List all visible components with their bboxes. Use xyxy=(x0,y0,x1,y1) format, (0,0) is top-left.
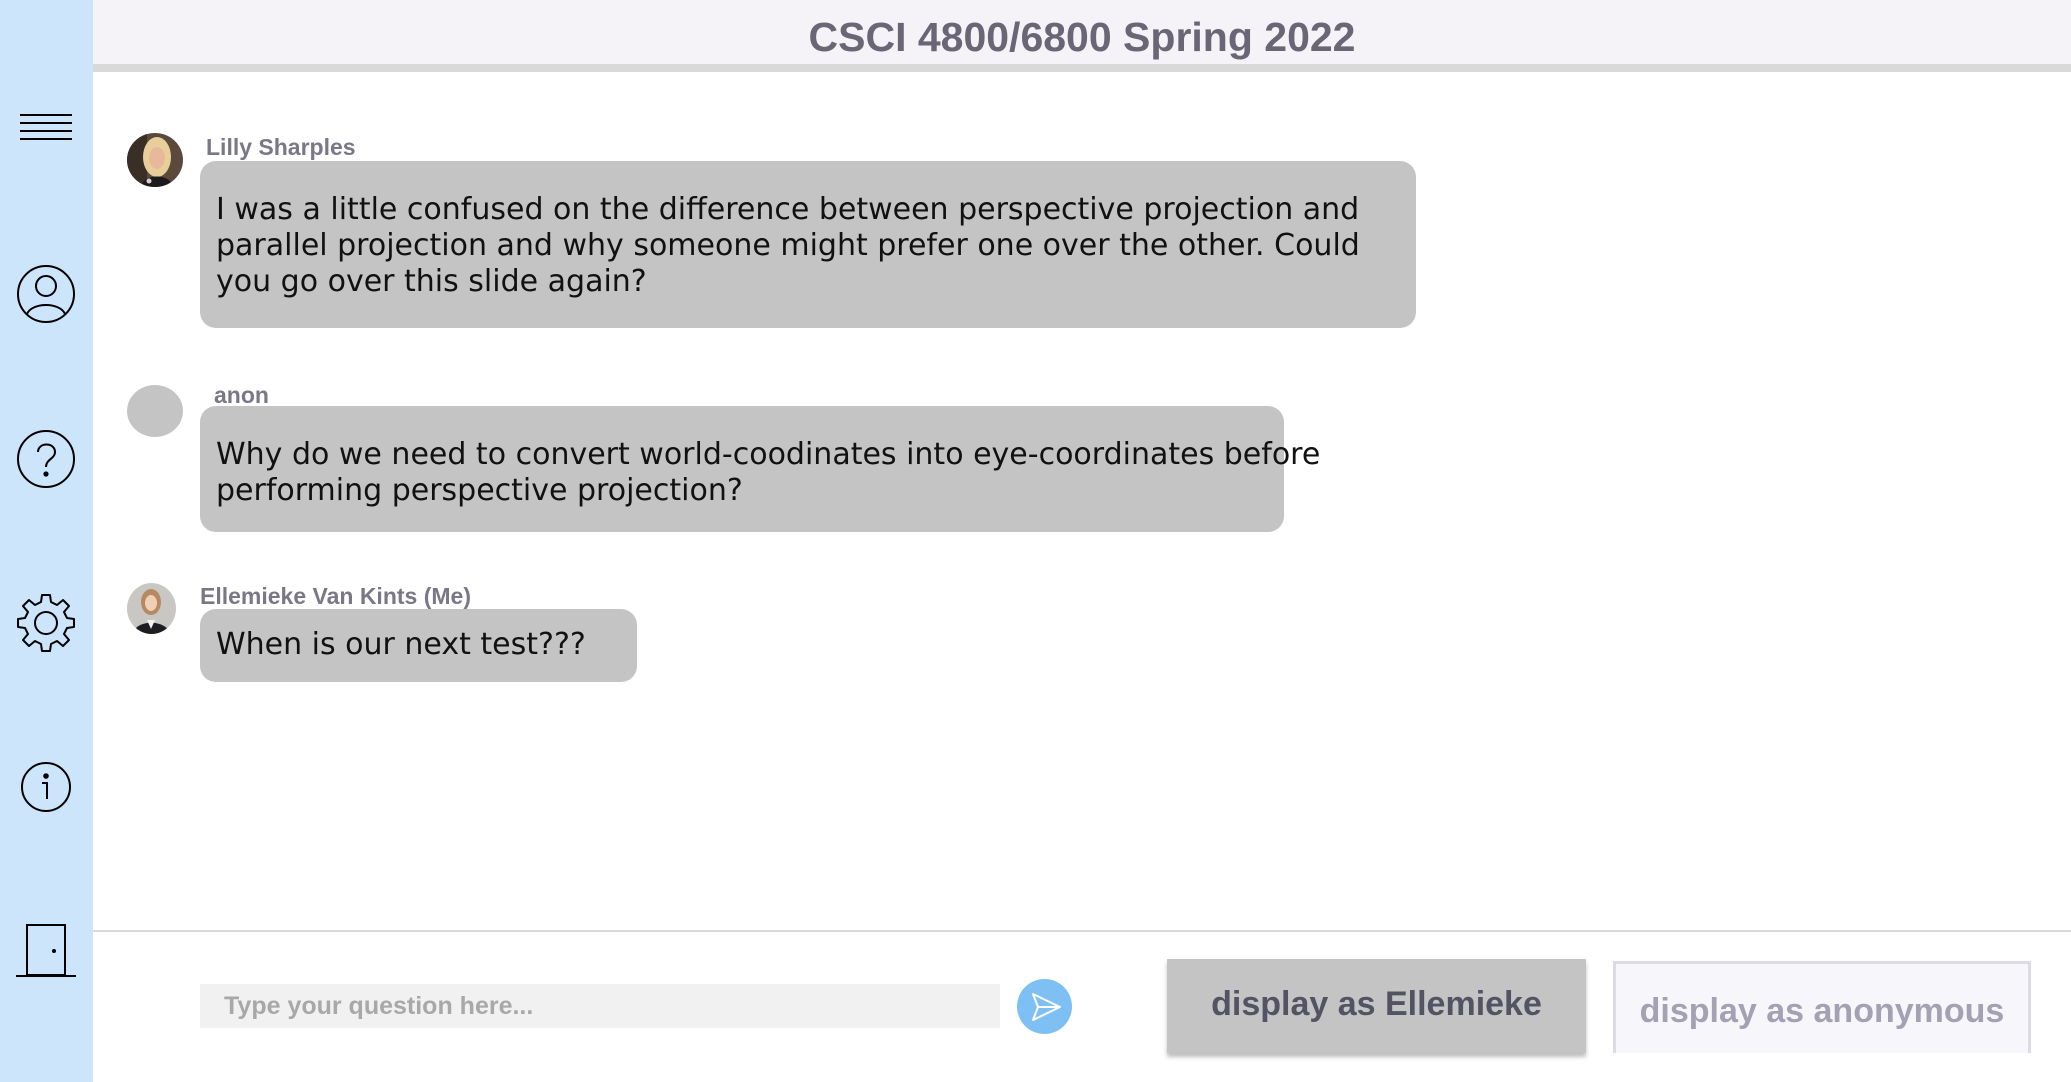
avatar-anonymous xyxy=(127,385,183,437)
settings-icon[interactable] xyxy=(14,591,78,655)
course-header: CSCI 4800/6800 Spring 2022 xyxy=(93,0,2071,72)
sender-name: anon xyxy=(214,382,269,408)
message-text: Why do we need to convert world-coodinat… xyxy=(216,437,1321,472)
display-as-anonymous-button[interactable]: display as anonymous xyxy=(1613,961,2031,1053)
message-bubble: I was a little confused on the differenc… xyxy=(200,161,1416,328)
exit-door-icon[interactable] xyxy=(14,918,78,982)
page-title: CSCI 4800/6800 Spring 2022 xyxy=(808,14,1356,60)
sender-name: Ellemieke Van Kints (Me) xyxy=(200,583,471,609)
message-bubble: Why do we need to convert world-coodinat… xyxy=(200,406,1321,532)
message-text: I was a little confused on the differenc… xyxy=(216,192,1360,227)
sidebar xyxy=(0,0,93,1082)
message-text: parallel projection and why someone migh… xyxy=(216,228,1360,263)
divider xyxy=(93,930,2071,932)
help-icon[interactable] xyxy=(14,427,78,491)
question-input[interactable] xyxy=(200,984,1000,1028)
app-window: CSCI 4800/6800 Spring 2022 Lilly Sharple… xyxy=(0,0,2071,1082)
profile-icon[interactable] xyxy=(14,262,78,326)
avatar xyxy=(127,133,183,187)
sender-name: Lilly Sharples xyxy=(206,134,356,160)
message-text: you go over this slide again? xyxy=(216,264,647,299)
avatar xyxy=(127,583,176,634)
message-text: When is our next test??? xyxy=(216,627,586,662)
display-as-named-button[interactable]: display as Ellemieke xyxy=(1167,959,1586,1053)
message-text: performing perspective projection? xyxy=(216,473,743,508)
menu-icon[interactable] xyxy=(14,98,78,162)
message-bubble: When is our next test??? xyxy=(200,609,637,682)
send-button[interactable] xyxy=(1017,979,1072,1034)
send-icon xyxy=(1032,993,1061,1021)
info-icon[interactable] xyxy=(14,755,78,819)
